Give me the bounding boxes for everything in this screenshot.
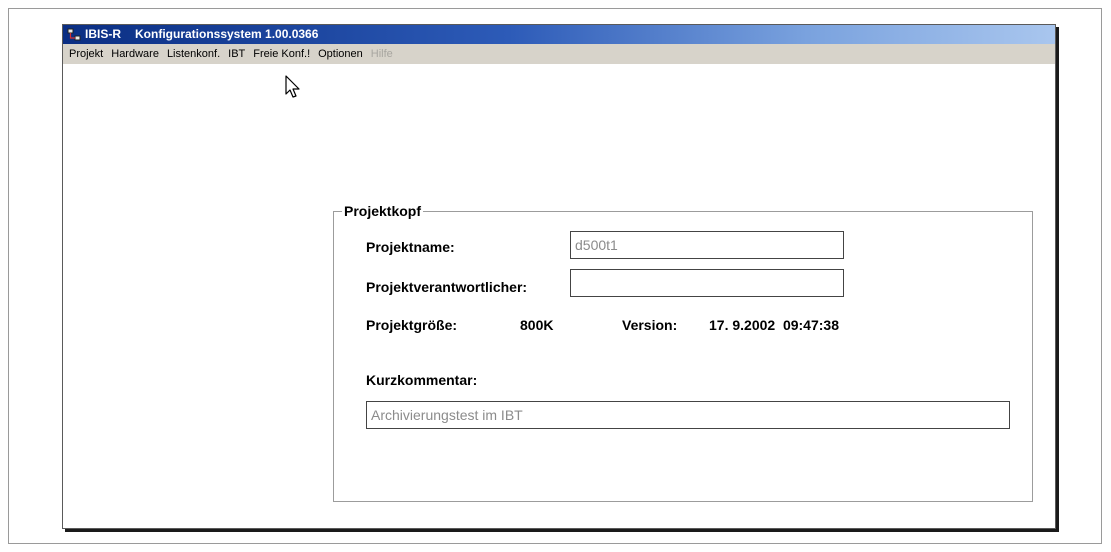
verantwortlicher-label: Projektverantwortlicher: [366,279,528,295]
menu-hilfe[interactable]: Hilfe [367,44,397,64]
projektkopf-group: Projektkopf Projektname: d500t1 Projektv… [333,202,1033,502]
projektgroesse-value: 800K [520,317,554,333]
menu-optionen[interactable]: Optionen [314,44,367,64]
app-window: IBIS-R Konfigurationssystem 1.00.0366 Pr… [62,24,1056,529]
menu-freie-konf[interactable]: Freie Konf.! [249,44,314,64]
projektname-field[interactable]: d500t1 [570,231,844,259]
kurzkommentar-label: Kurzkommentar: [366,372,478,388]
menu-bar: Projekt Hardware Listenkonf. IBT Freie K… [63,44,1055,64]
menu-hardware[interactable]: Hardware [107,44,163,64]
menu-projekt[interactable]: Projekt [63,44,107,64]
app-name: IBIS-R [85,27,121,41]
version-label: Version: [622,317,678,333]
verantwortlicher-field[interactable] [570,269,844,297]
projektname-label: Projektname: [366,239,455,255]
projektkopf-legend: Projektkopf [342,202,424,220]
mouse-pointer-icon [285,75,300,98]
app-network-icon [67,28,81,40]
menu-ibt[interactable]: IBT [224,44,249,64]
kurzkommentar-field[interactable]: Archivierungstest im IBT [366,401,1010,429]
window-title: Konfigurationssystem 1.00.0366 [135,27,319,41]
projektgroesse-label: Projektgröße: [366,317,458,333]
menu-listenkonf[interactable]: Listenkonf. [163,44,224,64]
version-value: 17. 9.2002 09:47:38 [709,317,839,333]
title-bar[interactable]: IBIS-R Konfigurationssystem 1.00.0366 [63,25,1055,44]
